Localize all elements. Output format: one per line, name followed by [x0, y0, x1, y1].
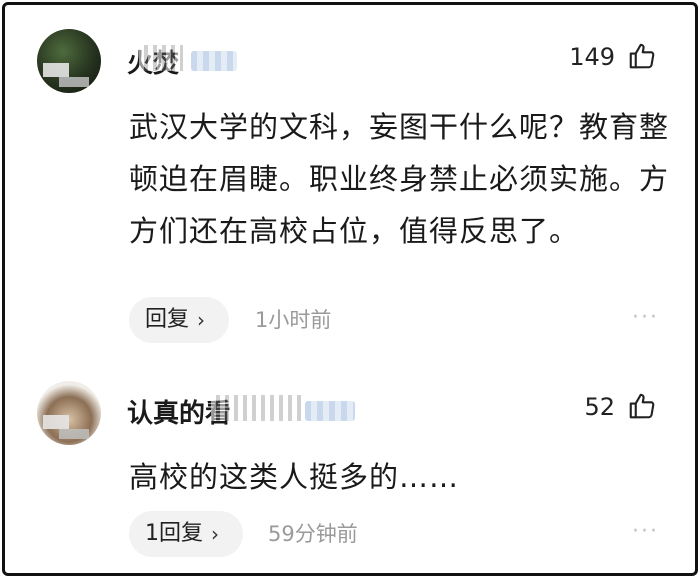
reply-label: 1回复 [145, 521, 203, 546]
thumbs-up-icon[interactable] [627, 391, 657, 421]
like-count: 149 [569, 43, 615, 71]
more-dots-icon[interactable]: ··· [632, 295, 659, 341]
reply-button[interactable]: 1回复 › [129, 511, 243, 557]
chevron-right-icon: › [197, 308, 206, 332]
timestamp: 1小时前 [255, 308, 332, 332]
avatar-blur [43, 63, 69, 77]
more-dots-icon[interactable]: ··· [632, 509, 659, 555]
avatar[interactable] [37, 29, 101, 93]
like-count: 52 [584, 393, 615, 421]
avatar-blur [59, 77, 89, 87]
username-mosaic [211, 395, 301, 421]
comment-text: 高校的这类人挺多的…… [129, 460, 460, 494]
avatar[interactable] [37, 381, 101, 445]
avatar-blur [59, 429, 89, 439]
reply-button[interactable]: 回复 › [129, 297, 229, 343]
reply-label: 回复 [145, 307, 190, 332]
user-badge [191, 51, 237, 71]
username-mosaic [139, 45, 183, 71]
avatar-blur [43, 415, 69, 429]
timestamp: 59分钟前 [268, 522, 358, 546]
screenshot-frame: 火焚 149 武汉大学的文科，妄图干什么呢？教育整顿迫在眉睫。职业终身禁止必须实… [2, 2, 698, 576]
chevron-right-icon: › [211, 522, 219, 546]
comment-text: 武汉大学的文科，妄图干什么呢？教育整顿迫在眉睫。职业终身禁止必须实施。方方们还在… [129, 110, 670, 248]
user-badge [305, 401, 355, 421]
thumbs-up-icon[interactable] [627, 41, 657, 71]
